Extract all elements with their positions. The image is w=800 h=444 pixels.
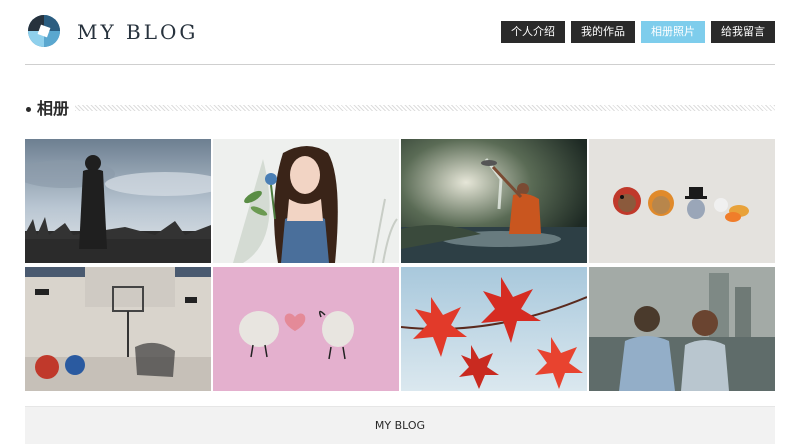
gallery-photo-silhouette[interactable] — [25, 139, 211, 263]
gallery-photo-graffiti-street[interactable] — [25, 267, 211, 391]
main-nav: 个人介绍 我的作品 相册照片 给我留言 — [501, 21, 775, 43]
section-heading: 相册 — [25, 98, 775, 120]
gallery-photo-girl-flower[interactable] — [213, 139, 399, 263]
nav-item-guestbook[interactable]: 给我留言 — [711, 21, 775, 43]
gallery-photo-couple-river[interactable] — [589, 267, 775, 391]
photo-gallery — [25, 139, 775, 391]
site-header: MY BLOG 个人介绍 我的作品 相册照片 给我留言 — [25, 0, 775, 65]
gallery-photo-felt-turkeys[interactable] — [589, 139, 775, 263]
nav-item-works[interactable]: 我的作品 — [571, 21, 635, 43]
section-title: 相册 — [37, 99, 70, 118]
bullet-icon — [26, 107, 31, 112]
gallery-photo-water-splash[interactable] — [401, 139, 587, 263]
site-title[interactable]: MY BLOG — [77, 18, 198, 46]
gallery-photo-maple-leaves[interactable] — [401, 267, 587, 391]
hatched-divider — [75, 105, 775, 111]
site-footer: MY BLOG — [25, 406, 775, 444]
page: MY BLOG 个人介绍 我的作品 相册照片 给我留言 相册 MY BLOG — [0, 0, 800, 444]
aperture-logo-icon[interactable] — [27, 14, 61, 48]
gallery-photo-stones-heart[interactable] — [213, 267, 399, 391]
footer-text: MY BLOG — [374, 419, 426, 432]
nav-item-about[interactable]: 个人介绍 — [501, 21, 565, 43]
nav-item-album[interactable]: 相册照片 — [641, 21, 705, 43]
